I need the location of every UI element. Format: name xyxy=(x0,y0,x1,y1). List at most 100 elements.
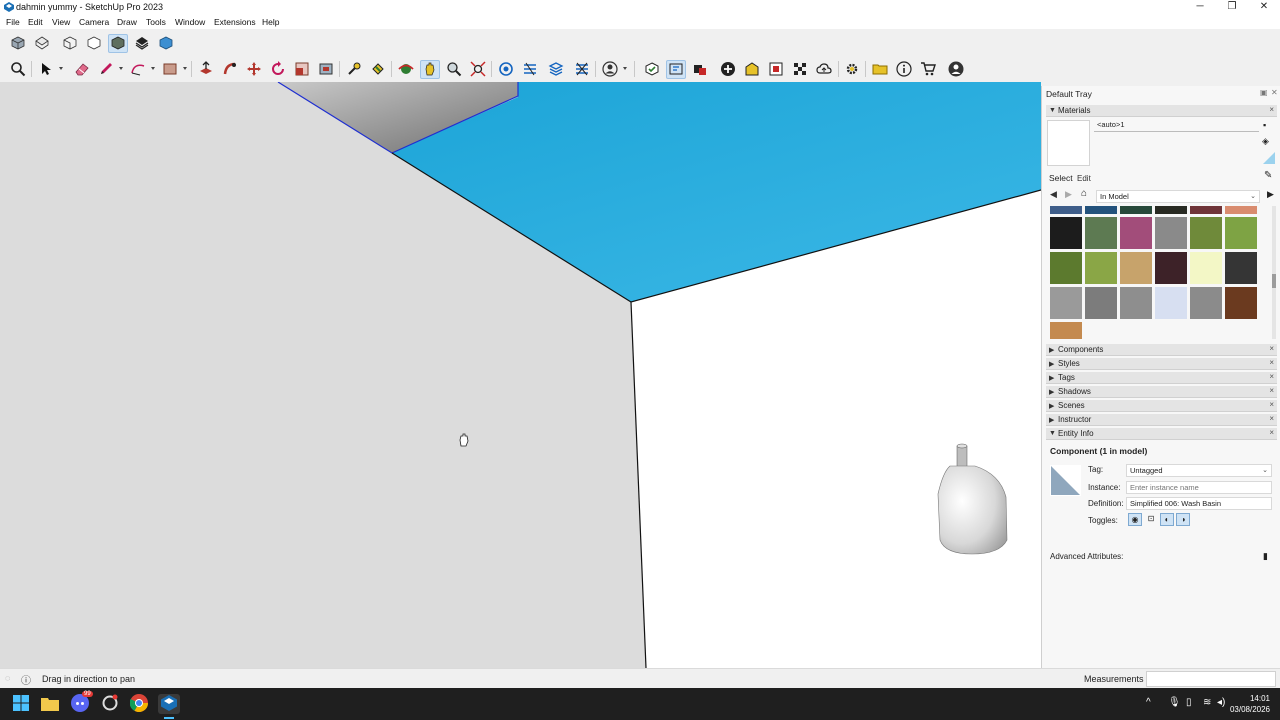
paint-bucket-tool-button[interactable] xyxy=(368,60,388,79)
account-dropdown-caret[interactable] xyxy=(623,67,627,70)
zoom-extents-button[interactable] xyxy=(468,60,488,79)
chrome-button[interactable] xyxy=(129,694,149,714)
material-swatch[interactable] xyxy=(1155,287,1187,319)
wifi-icon[interactable]: ≋ xyxy=(1203,697,1211,708)
menu-draw[interactable]: Draw xyxy=(117,17,137,27)
tab-edit[interactable]: Edit xyxy=(1077,174,1091,183)
offset-tool-button[interactable] xyxy=(316,60,336,79)
panel-close-icon[interactable]: × xyxy=(1269,400,1274,409)
material-swatch[interactable] xyxy=(1085,287,1117,319)
move-tool-button[interactable] xyxy=(244,60,264,79)
app-button[interactable] xyxy=(100,694,120,714)
measurements-input[interactable] xyxy=(1146,671,1276,687)
start-button[interactable] xyxy=(11,694,31,714)
tray-pin-icon[interactable]: ▣ xyxy=(1260,88,1268,97)
arc-tool-button[interactable] xyxy=(128,60,148,79)
panel-close-icon[interactable]: × xyxy=(1269,428,1274,437)
iso-view-button[interactable] xyxy=(8,34,28,53)
menu-tools[interactable]: Tools xyxy=(146,17,166,27)
cast-shadows-toggle[interactable]: ◑ xyxy=(1176,513,1190,526)
section-cuts-button[interactable] xyxy=(546,60,566,79)
entity-info-panel-header[interactable]: ▼ Entity Info × xyxy=(1046,428,1277,440)
back-arrow-icon[interactable]: ◀ xyxy=(1050,189,1057,200)
material-swatch[interactable] xyxy=(1120,206,1152,214)
eyedropper-icon[interactable]: ✎ xyxy=(1264,170,1272,181)
material-swatch[interactable] xyxy=(1050,287,1082,319)
material-swatch[interactable] xyxy=(1120,252,1152,284)
instance-name-input[interactable] xyxy=(1126,481,1272,494)
material-swatch[interactable] xyxy=(1155,206,1187,214)
material-swatch[interactable] xyxy=(1190,217,1222,249)
profile-button[interactable] xyxy=(946,60,966,79)
back-view-button[interactable] xyxy=(108,34,128,53)
material-swatch[interactable] xyxy=(1225,217,1257,249)
material-swatch[interactable] xyxy=(1085,217,1117,249)
menu-edit[interactable]: Edit xyxy=(28,17,43,27)
forward-arrow-icon[interactable]: ▶ xyxy=(1065,189,1072,200)
material-swatch[interactable] xyxy=(1050,252,1082,284)
line-dropdown-caret[interactable] xyxy=(119,67,123,70)
store-button[interactable] xyxy=(918,60,938,79)
tape-measure-tool-button[interactable] xyxy=(344,60,364,79)
left-view-button[interactable] xyxy=(132,34,152,53)
minimize-button[interactable]: ─ xyxy=(1184,0,1216,15)
material-swatch[interactable] xyxy=(1050,322,1082,339)
panel-close-icon[interactable]: × xyxy=(1269,344,1274,353)
menu-camera[interactable]: Camera xyxy=(79,17,109,27)
material-sample-icon[interactable]: ◈ xyxy=(1262,136,1269,147)
material-swatch[interactable] xyxy=(1155,217,1187,249)
outliner-button[interactable] xyxy=(666,60,686,79)
clock[interactable]: 14:01 03/08/2026 xyxy=(1230,693,1270,715)
search-button[interactable] xyxy=(8,60,28,79)
zoom-tool-button[interactable] xyxy=(444,60,464,79)
receive-shadows-toggle[interactable]: ◐ xyxy=(1160,513,1174,526)
tray-overflow-icon[interactable]: ^ xyxy=(1146,697,1151,708)
attributes-icon[interactable]: ▮ xyxy=(1263,551,1268,562)
section-fill-button[interactable] xyxy=(572,60,592,79)
material-swatch[interactable] xyxy=(1225,287,1257,319)
material-swatch[interactable] xyxy=(1085,206,1117,214)
close-button[interactable]: ✕ xyxy=(1248,0,1280,15)
select-dropdown-caret[interactable] xyxy=(59,67,63,70)
discord-button[interactable]: 99 xyxy=(70,691,93,714)
model-viewport[interactable] xyxy=(0,82,1041,668)
menu-extensions[interactable]: Extensions xyxy=(214,17,256,27)
swatch-scrollbar[interactable] xyxy=(1272,206,1276,339)
menu-window[interactable]: Window xyxy=(175,17,205,27)
material-paint-icon[interactable] xyxy=(1263,152,1275,164)
definition-field[interactable]: Simplified 006: Wash Basin xyxy=(1126,497,1272,510)
follow-me-tool-button[interactable] xyxy=(220,60,240,79)
home-icon[interactable]: ⌂ xyxy=(1081,188,1087,199)
bottom-view-button[interactable] xyxy=(156,34,176,53)
material-swatch[interactable] xyxy=(1190,287,1222,319)
material-options-icon[interactable]: ▪ xyxy=(1263,120,1266,130)
material-swatch[interactable] xyxy=(1120,217,1152,249)
tag-select[interactable]: Untagged ⌄ xyxy=(1126,464,1272,477)
line-tool-button[interactable] xyxy=(96,60,116,79)
panel-header-instructor[interactable]: ▶ Instructor × xyxy=(1046,414,1277,426)
push-pull-tool-button[interactable] xyxy=(196,60,216,79)
geo-location-icon[interactable]: ◌ xyxy=(5,673,10,683)
menu-file[interactable]: File xyxy=(6,17,20,27)
select-tool-button[interactable] xyxy=(36,60,56,79)
panel-close-icon[interactable]: × xyxy=(1269,372,1274,381)
layers-button[interactable] xyxy=(690,60,710,79)
maximize-button[interactable]: ❐ xyxy=(1216,0,1248,15)
sketchup-taskbar-button[interactable] xyxy=(158,694,180,714)
material-swatch[interactable] xyxy=(1190,206,1222,214)
panel-close-icon[interactable]: × xyxy=(1269,358,1274,367)
settings-button[interactable] xyxy=(842,60,862,79)
panel-header-styles[interactable]: ▶ Styles × xyxy=(1046,358,1277,370)
rectangle-tool-button[interactable] xyxy=(160,60,180,79)
texture-button[interactable] xyxy=(790,60,810,79)
tab-select[interactable]: Select xyxy=(1049,173,1073,183)
collection-select[interactable]: In Model ⌄ xyxy=(1096,190,1260,203)
material-swatch[interactable] xyxy=(1190,252,1222,284)
visibility-toggle[interactable]: ◉ xyxy=(1128,513,1142,526)
cloud-button[interactable] xyxy=(814,60,834,79)
open-folder-button[interactable] xyxy=(870,60,890,79)
panel-header-components[interactable]: ▶ Components × xyxy=(1046,344,1277,356)
file-explorer-button[interactable] xyxy=(40,694,60,714)
right-view-button[interactable] xyxy=(84,34,104,53)
materials-panel-header[interactable]: ▼ Materials × xyxy=(1046,105,1277,117)
